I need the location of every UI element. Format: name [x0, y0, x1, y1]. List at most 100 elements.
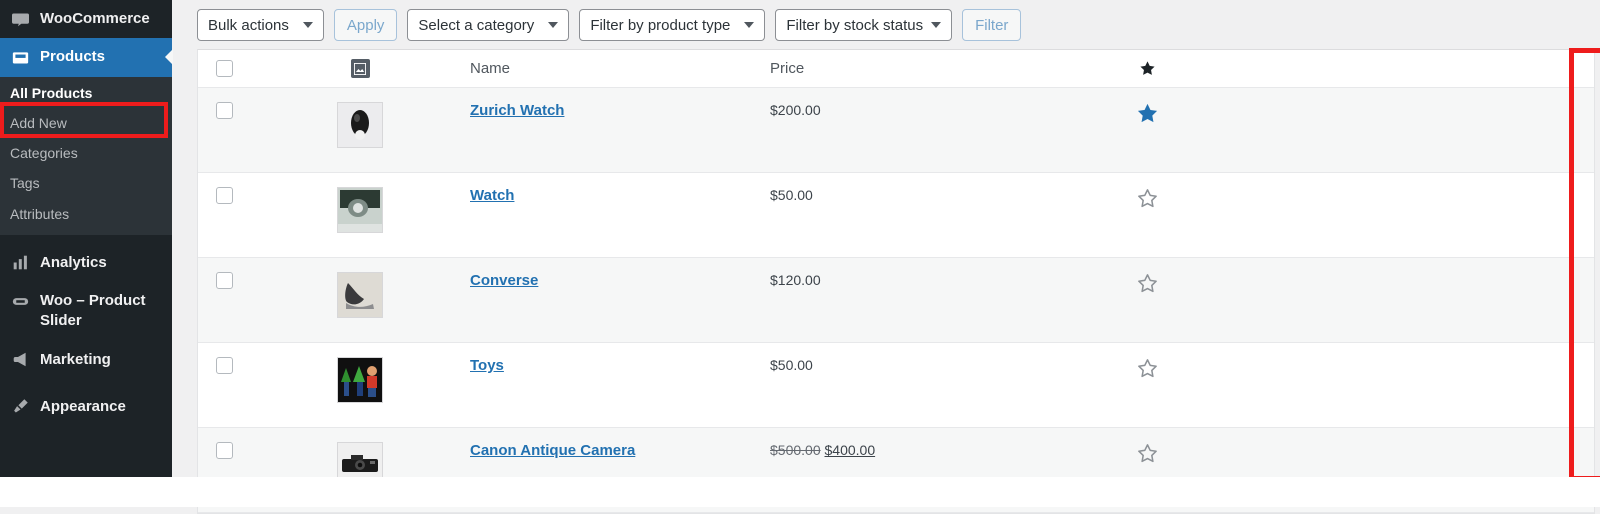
- star-icon: [1140, 61, 1155, 75]
- row-thumbnail-cell: [250, 343, 470, 403]
- row-select-cell: [198, 88, 250, 119]
- star-outline-icon: [1138, 189, 1157, 208]
- select-all-cell: [198, 60, 250, 77]
- admin-sidebar: WooCommerce Products All Products Add Ne…: [0, 0, 172, 477]
- image-column-header[interactable]: [250, 59, 470, 78]
- row-featured-cell[interactable]: [1070, 428, 1225, 465]
- product-name-link[interactable]: Converse: [470, 272, 538, 289]
- product-price: $50.00: [770, 357, 813, 373]
- row-select-cell: [198, 258, 250, 289]
- row-select-cell: [198, 343, 250, 374]
- product-type-filter-select[interactable]: Filter by product type: [579, 9, 766, 41]
- bulk-actions-label: Bulk actions: [208, 16, 289, 34]
- sidebar-item-label: WooCommerce: [40, 10, 150, 27]
- product-name-link[interactable]: Canon Antique Camera: [470, 442, 635, 459]
- sidebar-item-label: Analytics: [40, 253, 107, 271]
- sidebar-item-label: Appearance: [40, 397, 126, 415]
- featured-column-header[interactable]: [1070, 60, 1225, 77]
- product-name-link[interactable]: Watch: [470, 187, 514, 204]
- chevron-down-icon: [302, 22, 313, 28]
- slider-icon: [10, 291, 30, 311]
- sidebar-divider: [0, 235, 172, 244]
- sidebar-item-woo-product-slider[interactable]: Woo – Product Slider: [0, 282, 172, 341]
- product-name-link[interactable]: Toys: [470, 357, 504, 374]
- sidebar-item-label: Products: [40, 48, 106, 66]
- star-filled-icon: [1137, 103, 1158, 123]
- analytics-icon: [10, 253, 30, 273]
- shoe-thumbnail: [337, 272, 383, 318]
- toys-thumbnail: [337, 357, 383, 403]
- row-price-cell: $500.00 $400.00: [770, 428, 1070, 458]
- sidebar-subitem-all-products[interactable]: All Products: [0, 78, 172, 108]
- row-price-cell: $50.00: [770, 173, 1070, 203]
- products-icon: [10, 47, 30, 67]
- sidebar-item-label: Marketing: [40, 350, 111, 368]
- sidebar-item-products[interactable]: Products: [0, 38, 172, 77]
- row-price-cell: $50.00: [770, 343, 1070, 373]
- category-filter-label: Select a category: [418, 16, 535, 34]
- products-submenu: All Products Add New Categories Tags Att…: [0, 76, 172, 235]
- star-outline-icon: [1138, 444, 1157, 463]
- watch-thumbnail: [337, 187, 383, 233]
- main-content: Bulk actions Apply Select a category Fil…: [180, 0, 1600, 514]
- products-table: Name Price Zurich Watch $200.00 Watch $5…: [197, 49, 1595, 514]
- viewport-bottom-strip: [0, 477, 1600, 507]
- row-checkbox[interactable]: [215, 102, 233, 119]
- row-thumbnail-cell: [250, 258, 470, 318]
- row-name-cell: Zurich Watch: [470, 88, 770, 120]
- sidebar-item-analytics[interactable]: Analytics: [0, 244, 172, 282]
- product-type-filter-label: Filter by product type: [590, 16, 731, 34]
- table-row[interactable]: Toys $50.00: [198, 343, 1594, 428]
- product-price: $50.00: [770, 187, 813, 203]
- table-row[interactable]: Watch $50.00: [198, 173, 1594, 258]
- row-featured-cell[interactable]: [1070, 173, 1225, 210]
- filter-button[interactable]: Filter: [962, 9, 1022, 41]
- table-row[interactable]: Converse $120.00: [198, 258, 1594, 343]
- category-filter-select[interactable]: Select a category: [407, 9, 570, 41]
- chevron-down-icon: [548, 22, 559, 28]
- product-price: $200.00: [770, 102, 821, 118]
- sidebar-item-woocommerce[interactable]: WooCommerce: [0, 0, 172, 38]
- row-name-cell: Toys: [470, 343, 770, 375]
- row-checkbox[interactable]: [215, 442, 233, 459]
- star-outline-icon: [1138, 359, 1157, 378]
- sidebar-subitem-add-new[interactable]: Add New: [0, 108, 172, 138]
- bulk-actions-select[interactable]: Bulk actions: [197, 9, 324, 41]
- sidebar-subitem-categories[interactable]: Categories: [0, 138, 172, 168]
- table-row[interactable]: Zurich Watch $200.00: [198, 88, 1594, 173]
- row-name-cell: Converse: [470, 258, 770, 290]
- row-select-cell: [198, 173, 250, 204]
- row-thumbnail-cell: [250, 88, 470, 148]
- apply-button[interactable]: Apply: [333, 9, 398, 41]
- image-icon: [350, 59, 370, 78]
- sidebar-subitem-tags[interactable]: Tags: [0, 168, 172, 198]
- stock-status-filter-select[interactable]: Filter by stock status: [775, 9, 953, 41]
- watch-face-thumbnail: [337, 102, 383, 148]
- sidebar-divider-2: [0, 379, 172, 388]
- row-checkbox[interactable]: [215, 357, 233, 374]
- product-sale-price: $400.00: [824, 442, 876, 458]
- product-price: $120.00: [770, 272, 821, 288]
- sidebar-subitem-attributes[interactable]: Attributes: [0, 199, 172, 229]
- sidebar-item-appearance[interactable]: Appearance: [0, 388, 172, 426]
- list-table-toolbar: Bulk actions Apply Select a category Fil…: [197, 8, 1022, 42]
- select-all-checkbox[interactable]: [215, 60, 233, 77]
- price-column-header[interactable]: Price: [770, 60, 1070, 77]
- row-featured-cell[interactable]: [1070, 258, 1225, 295]
- row-checkbox[interactable]: [215, 187, 233, 204]
- row-price-cell: $120.00: [770, 258, 1070, 288]
- chevron-down-icon: [744, 22, 755, 28]
- row-featured-cell[interactable]: [1070, 343, 1225, 380]
- star-outline-icon: [1138, 274, 1157, 293]
- product-regular-price: $500.00: [770, 442, 821, 458]
- sidebar-item-marketing[interactable]: Marketing: [0, 341, 172, 379]
- name-column-header[interactable]: Name: [470, 60, 770, 77]
- row-price-cell: $200.00: [770, 88, 1070, 118]
- stock-status-filter-label: Filter by stock status: [786, 16, 924, 34]
- row-checkbox[interactable]: [215, 272, 233, 289]
- row-thumbnail-cell: [250, 173, 470, 233]
- product-name-link[interactable]: Zurich Watch: [470, 102, 564, 119]
- row-featured-cell[interactable]: [1070, 88, 1225, 125]
- sidebar-item-label: Woo – Product Slider: [40, 292, 146, 330]
- table-header-row: Name Price: [198, 50, 1594, 88]
